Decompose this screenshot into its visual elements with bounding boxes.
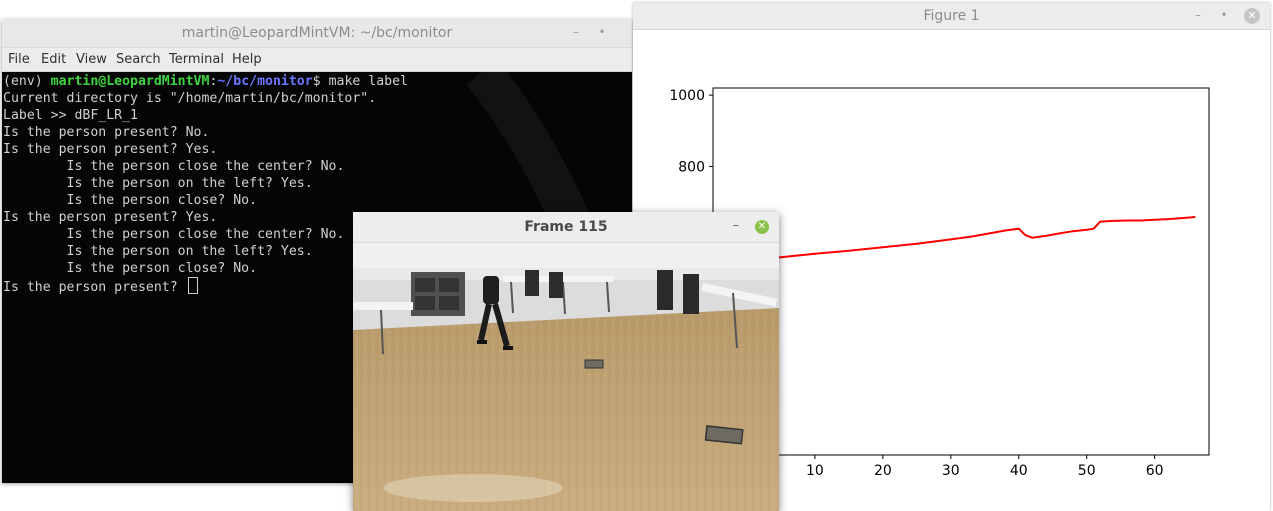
terminal-titlebar[interactable]: martin@LeopardMintVM: ~/bc/monitor – •: [2, 19, 632, 48]
series-line: [746, 216, 1196, 262]
close-icon[interactable]: ✕: [755, 220, 769, 234]
frame-toolbar: [353, 243, 779, 269]
terminal-title: martin@LeopardMintVM: ~/bc/monitor: [181, 25, 453, 41]
frame-title: Frame 115: [524, 219, 608, 235]
terminal-cursor: [187, 277, 198, 294]
prompt-user: martin@LeopardMintVM: [50, 74, 210, 89]
x-tick-label: 20: [874, 463, 892, 479]
output-line: Is the person close the center? No.: [3, 227, 345, 242]
output-line: Label >> dBF_LR_1: [3, 108, 138, 123]
frame-titlebar[interactable]: Frame 115 – ✕: [353, 212, 779, 243]
minimize-icon[interactable]: –: [733, 218, 740, 233]
x-tick-label: 60: [1146, 463, 1164, 479]
terminal-menubar: File Edit View Search Terminal Help: [2, 48, 632, 72]
prompt-path: ~/bc/monitor: [217, 74, 313, 89]
output-line: Is the person present? Yes.: [3, 210, 218, 225]
menu-terminal[interactable]: Terminal: [169, 52, 224, 67]
menu-edit[interactable]: Edit: [41, 52, 66, 67]
camera-scene: [353, 268, 779, 511]
prompt-command: make label: [328, 74, 408, 89]
camera-frame-image: [353, 268, 779, 511]
output-line: Is the person on the left? Yes.: [3, 176, 313, 191]
terminal-text: (env) martin@LeopardMintVM:~/bc/monitor$…: [3, 73, 408, 296]
prompt-env: (env): [3, 74, 51, 89]
x-tick-label: 50: [1078, 463, 1096, 479]
x-tick-label: 10: [806, 463, 824, 479]
menu-search[interactable]: Search: [116, 52, 161, 67]
output-line: Is the person close? No.: [3, 193, 258, 208]
x-tick-label: 40: [1010, 463, 1028, 479]
maximize-icon[interactable]: •: [594, 24, 610, 40]
output-line: Is the person on the left? Yes.: [3, 244, 313, 259]
output-line: Is the person present? No.: [3, 125, 210, 140]
axes-frame: [712, 87, 1210, 456]
output-line: Is the person close the center? No.: [3, 159, 345, 174]
menu-file[interactable]: File: [8, 52, 30, 67]
output-line: Is the person present? Yes.: [3, 142, 218, 157]
output-line: Current directory is "/home/martin/bc/mo…: [3, 91, 377, 106]
menu-view[interactable]: View: [76, 52, 107, 67]
output-line: Is the person present?: [3, 280, 186, 295]
y-tick-label: 800: [678, 159, 705, 175]
frame-window[interactable]: Frame 115 – ✕: [353, 212, 779, 511]
minimize-icon[interactable]: –: [568, 24, 584, 40]
prompt-end: $: [312, 74, 329, 89]
y-tick-label: 1000: [669, 88, 705, 104]
x-tick-label: 30: [942, 463, 960, 479]
menu-help[interactable]: Help: [232, 52, 262, 67]
output-line: Is the person close? No.: [3, 261, 258, 276]
